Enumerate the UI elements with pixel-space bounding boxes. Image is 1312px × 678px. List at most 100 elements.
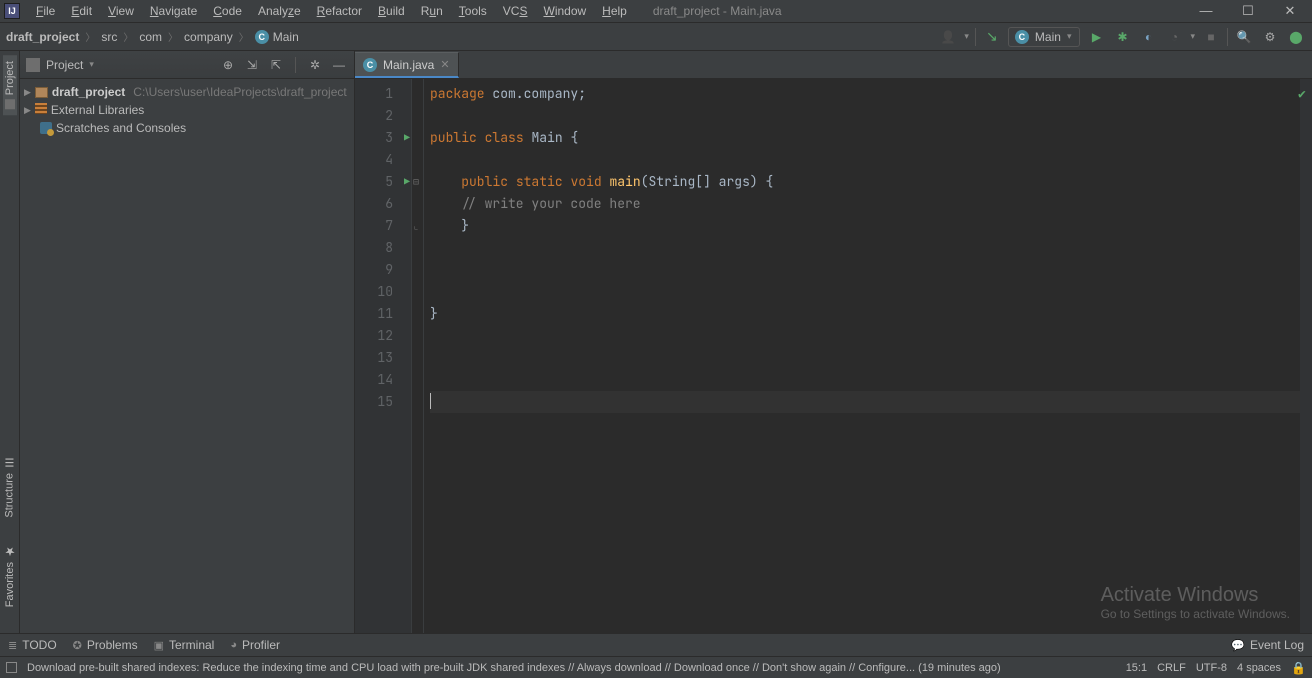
editor-tab-main[interactable]: C Main.java ✕ [355,52,459,78]
profiler-button[interactable]: ◔ [1164,27,1184,47]
debug-button[interactable]: ✱ [1112,27,1132,47]
editor-tab-label: Main.java [383,58,434,72]
window-close-button[interactable]: ✕ [1278,3,1302,19]
chevron-right-icon: 〉 [123,29,133,44]
toolwindow-tab-structure[interactable]: Structure ☰ [2,450,17,524]
toolwindow-tab-problems[interactable]: ✪Problems [73,638,138,652]
toolwindow-quick-access-icon[interactable] [6,662,17,673]
breadcrumb-company[interactable]: company [184,30,233,44]
menubar: IJ File Edit View Navigate Code Analyze … [0,0,1312,23]
toolwindow-tab-terminal[interactable]: ▣Terminal [154,638,215,652]
status-indent[interactable]: 4 spaces [1237,662,1281,674]
hide-button[interactable]: — [330,58,348,72]
ide-status-icon[interactable]: ⬤ [1286,27,1306,47]
build-button[interactable]: ↘ [982,27,1002,47]
fold-icon[interactable]: ⊟ [413,171,419,193]
menu-vcs[interactable]: VCS [495,1,536,21]
menu-file[interactable]: File [28,1,63,21]
menu-build[interactable]: Build [370,1,413,21]
tree-row-external-libs[interactable]: ▶ External Libraries [20,101,354,119]
run-gutter-icon[interactable]: ▶ [404,127,410,149]
project-tree[interactable]: ▶ draft_project C:\Users\user\IdeaProjec… [20,79,354,633]
status-caret-position[interactable]: 15:1 [1126,662,1147,674]
toolwindow-tab-favorites[interactable]: Favorites ★ [2,538,18,613]
menu-refactor[interactable]: Refactor [309,1,370,21]
toolwindow-tab-event-log[interactable]: 💬Event Log [1231,638,1304,652]
external-libs-label: External Libraries [51,103,144,117]
editor-tab-strip: C Main.java ✕ [355,51,1312,79]
scratches-icon [40,122,52,134]
breadcrumb-src[interactable]: src [101,30,117,44]
line-number: 8 [359,237,393,259]
left-tool-stripe: Project Structure ☰ Favorites ★ [0,51,20,633]
class-icon: C [363,58,377,72]
editor[interactable]: 1 2 3 ▶ 4 5 ▶ 6 7 8 9 10 11 12 13 14 15 … [355,79,1312,633]
fold-end-icon[interactable]: ⌞ [413,215,419,237]
settings-button[interactable]: ⚙ [1260,27,1280,47]
tree-row-scratches[interactable]: Scratches and Consoles [20,119,354,137]
line-number: 10 [359,281,393,303]
window-maximize-button[interactable]: ☐ [1236,3,1260,19]
collapse-all-button[interactable]: ⇱ [267,58,285,72]
status-bar: Download pre-built shared indexes: Reduc… [0,656,1312,678]
menu-code[interactable]: Code [205,1,250,21]
menu-run[interactable]: Run [413,1,451,21]
app-icon: IJ [4,3,20,19]
stop-button[interactable]: ■ [1201,27,1221,47]
menu-analyze[interactable]: Analyze [250,1,309,21]
line-number: 6 [359,193,393,215]
close-icon[interactable]: ✕ [440,58,449,71]
line-number: 11 [359,303,393,325]
search-everywhere-button[interactable]: 🔍 [1234,27,1254,47]
line-number-gutter: 1 2 3 ▶ 4 5 ▶ 6 7 8 9 10 11 12 13 14 15 [355,79,412,633]
breadcrumb-main[interactable]: C Main [255,30,299,44]
menu-window[interactable]: Window [535,1,594,21]
status-line-ending[interactable]: CRLF [1157,662,1186,674]
coverage-button[interactable]: ◐ [1138,27,1158,47]
expand-all-button[interactable]: ⇲ [243,58,261,72]
status-encoding[interactable]: UTF-8 [1196,662,1227,674]
class-icon: C [1015,30,1029,44]
expand-arrow-icon[interactable]: ▶ [24,87,31,98]
readonly-lock-icon[interactable]: 🔒 [1291,661,1306,675]
run-gutter-icon[interactable]: ▶ [404,171,410,193]
settings-icon[interactable]: ✲ [306,58,324,72]
problems-icon: ✪ [73,639,82,652]
divider [295,57,296,73]
bottom-tool-stripe: ≣TODO ✪Problems ▣Terminal ◕Profiler 💬Eve… [0,633,1312,656]
project-panel-header: Project ▾ ⊕ ⇲ ⇱ ✲ — [20,51,354,79]
project-panel-title: Project [46,58,83,72]
menu-edit[interactable]: Edit [63,1,100,21]
tree-row-root[interactable]: ▶ draft_project C:\Users\user\IdeaProjec… [20,83,354,101]
menu-tools[interactable]: Tools [451,1,495,21]
breadcrumb-project[interactable]: draft_project [6,30,79,44]
navigation-bar: draft_project 〉 src 〉 com 〉 company 〉 C … [0,23,1312,51]
menu-help[interactable]: Help [594,1,635,21]
breadcrumb-com[interactable]: com [139,30,162,44]
expand-arrow-icon[interactable]: ▶ [24,105,31,116]
code-with-me-icon[interactable] [938,27,958,47]
project-tool-window: Project ▾ ⊕ ⇲ ⇱ ✲ — ▶ draft_project C:\U… [20,51,355,633]
scratches-label: Scratches and Consoles [56,121,186,135]
error-stripe[interactable]: ✔ [1300,79,1312,633]
caret [430,393,431,409]
code-content[interactable]: package com.company; public class Main {… [424,79,1300,633]
toolwindow-tab-project[interactable]: Project [3,55,17,115]
menu-view[interactable]: View [100,1,142,21]
class-icon: C [255,30,269,44]
select-opened-file-button[interactable]: ⊕ [219,58,237,72]
toolwindow-tab-todo[interactable]: ≣TODO [8,638,57,652]
run-button[interactable]: ▶ [1086,27,1106,47]
line-number: 5 [359,171,393,193]
line-number: 9 [359,259,393,281]
chevron-down-icon[interactable]: ▾ [89,59,94,70]
toolwindow-tab-profiler[interactable]: ◕Profiler [230,638,280,652]
root-name: draft_project [52,85,125,99]
run-config-selector[interactable]: C Main ▾ [1008,27,1081,47]
inspection-ok-icon[interactable]: ✔ [1298,83,1306,105]
line-number: 15 [359,391,393,413]
fold-gutter: ⊟ ⌞ [412,79,424,633]
menu-navigate[interactable]: Navigate [142,1,205,21]
status-message[interactable]: Download pre-built shared indexes: Reduc… [27,662,1116,674]
window-minimize-button[interactable]: — [1194,3,1218,19]
